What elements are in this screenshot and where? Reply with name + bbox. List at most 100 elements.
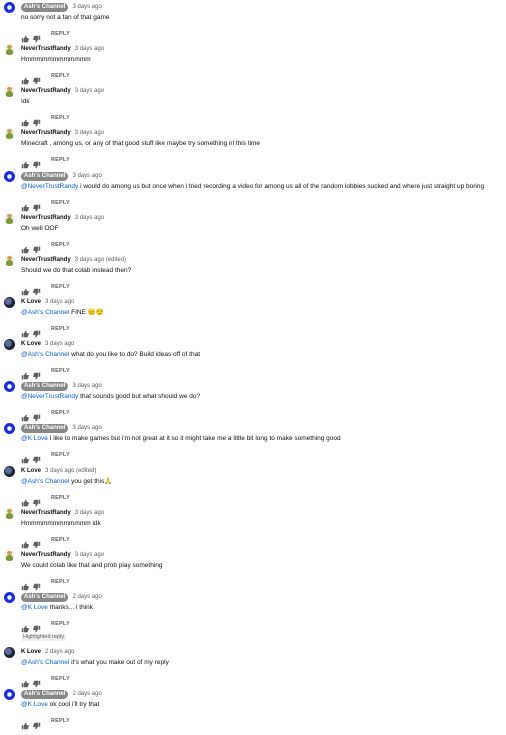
timestamp[interactable]: 2 days ago [72, 594, 101, 600]
mention-link[interactable]: @NeverTrustRandy [21, 393, 78, 400]
reply-button[interactable]: REPLY [51, 495, 70, 501]
thumbs-up-icon[interactable] [21, 717, 29, 729]
mention-link[interactable]: @Ash's Channel [21, 309, 69, 316]
timestamp[interactable]: 3 days ago [72, 383, 101, 389]
reply-button[interactable]: REPLY [51, 579, 70, 585]
mention-link[interactable]: @K Love [21, 701, 48, 708]
author-name[interactable]: Ash's Channel [21, 689, 69, 699]
reply-button[interactable]: REPLY [51, 410, 70, 416]
thumbs-down-icon[interactable] [33, 30, 41, 42]
reply-button[interactable]: REPLY [51, 676, 70, 682]
avatar[interactable] [4, 128, 15, 139]
avatar[interactable] [4, 647, 15, 658]
thumbs-up-icon[interactable] [21, 72, 29, 84]
avatar[interactable] [4, 423, 15, 434]
avatar[interactable] [4, 339, 15, 350]
thumbs-up-icon[interactable] [21, 241, 29, 253]
reply-button[interactable]: REPLY [51, 621, 70, 627]
avatar[interactable] [4, 297, 15, 308]
mention-link[interactable]: @K Love [21, 604, 48, 611]
thumbs-up-icon[interactable] [21, 578, 29, 590]
author-name[interactable]: NeverTrustRandy [21, 257, 71, 263]
mention-link[interactable]: @K Love [21, 435, 48, 442]
thumbs-up-icon[interactable] [21, 367, 29, 379]
reply-button[interactable]: REPLY [51, 452, 70, 458]
thumbs-down-icon[interactable] [33, 717, 41, 729]
thumbs-down-icon[interactable] [33, 620, 41, 632]
thumbs-down-icon[interactable] [33, 283, 41, 295]
reply-button[interactable]: REPLY [51, 31, 70, 37]
thumbs-down-icon[interactable] [33, 367, 41, 379]
mention-link[interactable]: @Ash's Channel [21, 478, 69, 485]
thumbs-up-icon[interactable] [21, 494, 29, 506]
author-name[interactable]: Ash's Channel [21, 423, 69, 433]
thumbs-down-icon[interactable] [33, 451, 41, 463]
avatar[interactable] [4, 592, 15, 603]
author-name[interactable]: NeverTrustRandy [21, 46, 71, 52]
author-name[interactable]: NeverTrustRandy [21, 552, 71, 558]
timestamp[interactable]: 3 days ago [75, 88, 104, 94]
avatar[interactable] [4, 213, 15, 224]
timestamp[interactable]: 3 days ago [72, 425, 101, 431]
avatar[interactable] [4, 44, 15, 55]
mention-link[interactable]: @Ash's Channel [21, 351, 69, 358]
thumbs-up-icon[interactable] [21, 451, 29, 463]
reply-button[interactable]: REPLY [51, 537, 70, 543]
timestamp[interactable]: 3 days ago [72, 173, 101, 179]
author-name[interactable]: K Love [21, 468, 41, 474]
thumbs-down-icon[interactable] [33, 114, 41, 126]
avatar[interactable] [4, 550, 15, 561]
timestamp[interactable]: 3 days ago [75, 510, 104, 516]
timestamp[interactable]: 3 days ago [45, 341, 74, 347]
author-name[interactable]: Ash's Channel [21, 171, 69, 181]
thumbs-down-icon[interactable] [33, 72, 41, 84]
thumbs-up-icon[interactable] [21, 620, 29, 632]
thumbs-up-icon[interactable] [21, 536, 29, 548]
author-name[interactable]: K Love [21, 299, 41, 305]
reply-button[interactable]: REPLY [51, 157, 70, 163]
reply-button[interactable]: REPLY [51, 200, 70, 206]
timestamp[interactable]: 3 days ago [45, 299, 74, 305]
timestamp[interactable]: 3 days ago [75, 46, 104, 52]
avatar[interactable] [4, 689, 15, 700]
author-name[interactable]: NeverTrustRandy [21, 510, 71, 516]
thumbs-down-icon[interactable] [33, 241, 41, 253]
thumbs-up-icon[interactable] [21, 156, 29, 168]
reply-button[interactable]: REPLY [51, 718, 70, 724]
thumbs-down-icon[interactable] [33, 199, 41, 211]
thumbs-up-icon[interactable] [21, 325, 29, 337]
author-name[interactable]: Ash's Channel [21, 592, 69, 602]
reply-button[interactable]: REPLY [51, 284, 70, 290]
timestamp[interactable]: 3 days ago (edited) [75, 257, 126, 263]
reply-button[interactable]: REPLY [51, 368, 70, 374]
avatar[interactable] [4, 508, 15, 519]
thumbs-down-icon[interactable] [33, 325, 41, 337]
author-name[interactable]: Ash's Channel [21, 381, 69, 391]
thumbs-up-icon[interactable] [21, 30, 29, 42]
avatar[interactable] [4, 466, 15, 477]
avatar[interactable] [4, 171, 15, 182]
reply-button[interactable]: REPLY [51, 73, 70, 79]
avatar[interactable] [4, 86, 15, 97]
timestamp[interactable]: 3 days ago [75, 215, 104, 221]
thumbs-up-icon[interactable] [21, 199, 29, 211]
timestamp[interactable]: 3 days ago [72, 4, 101, 10]
mention-link[interactable]: @NeverTrustRandy [21, 183, 78, 190]
timestamp[interactable]: 2 days ago [72, 691, 101, 697]
thumbs-up-icon[interactable] [21, 114, 29, 126]
author-name[interactable]: K Love [21, 649, 41, 655]
mention-link[interactable]: @Ash's Channel [21, 659, 69, 666]
avatar[interactable] [4, 381, 15, 392]
reply-button[interactable]: REPLY [51, 326, 70, 332]
thumbs-down-icon[interactable] [33, 156, 41, 168]
timestamp[interactable]: 3 days ago (edited) [45, 468, 96, 474]
thumbs-down-icon[interactable] [33, 494, 41, 506]
thumbs-down-icon[interactable] [33, 536, 41, 548]
thumbs-down-icon[interactable] [33, 675, 41, 687]
reply-button[interactable]: REPLY [51, 115, 70, 121]
thumbs-up-icon[interactable] [21, 283, 29, 295]
thumbs-up-icon[interactable] [21, 409, 29, 421]
author-name[interactable]: NeverTrustRandy [21, 88, 71, 94]
timestamp[interactable]: 3 days ago [75, 552, 104, 558]
timestamp[interactable]: 3 days ago [75, 130, 104, 136]
